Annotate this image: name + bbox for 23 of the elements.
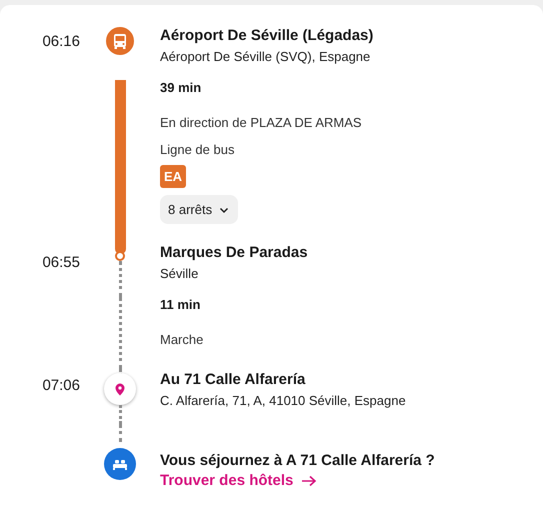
- stops-toggle[interactable]: 8 arrêts: [160, 195, 238, 224]
- direction-text: En direction de PLAZA DE ARMAS: [160, 115, 362, 130]
- location-pin-icon: [115, 382, 125, 396]
- line-badge: EA: [160, 165, 186, 188]
- arrow-right-icon: [301, 474, 318, 486]
- stop-dot-icon: [115, 251, 125, 261]
- line-label: Ligne de bus: [160, 142, 234, 157]
- bed-icon: [104, 448, 136, 480]
- stop-time: 06:16: [41, 32, 80, 52]
- direction-text: Marche: [160, 332, 204, 347]
- stop-address: Aéroport De Séville (SVQ), Espagne: [160, 49, 370, 64]
- stop-name: Aéroport De Séville (Légadas): [160, 27, 374, 44]
- hotel-question: Vous séjournez à A 71 Calle Alfarería ?: [160, 452, 435, 469]
- find-hotels-link[interactable]: Trouver des hôtels: [160, 472, 318, 489]
- stop-address: C. Alfarería, 71, A, 41010 Séville, Espagne: [160, 393, 406, 408]
- duration: 39 min: [160, 80, 202, 95]
- stop-address: Séville: [160, 266, 198, 281]
- stop-name: Marques De Paradas: [160, 244, 308, 261]
- bus-icon: [104, 25, 136, 57]
- stop-name: Au 71 Calle Alfarería: [160, 371, 306, 388]
- stop-time: 06:55: [41, 253, 80, 273]
- duration: 11 min: [160, 297, 200, 312]
- stop-time: 07:06: [41, 376, 80, 396]
